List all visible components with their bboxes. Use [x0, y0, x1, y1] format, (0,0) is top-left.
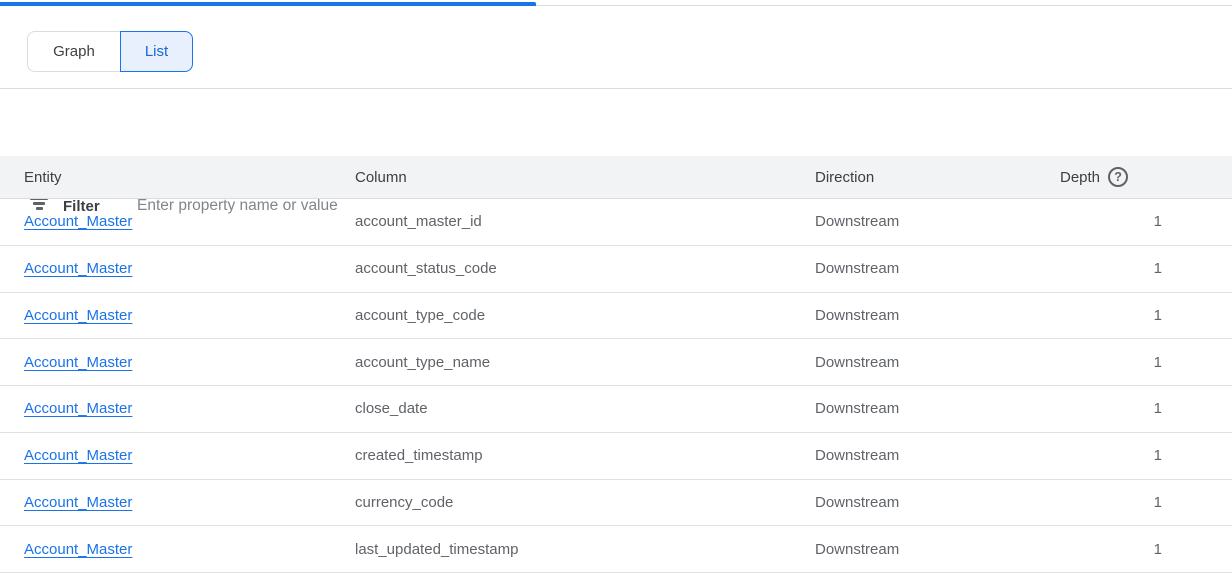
depth-cell: 1 [1060, 447, 1232, 464]
entity-link[interactable]: Account_Master [24, 447, 132, 464]
list-view-button[interactable]: List [120, 31, 193, 72]
entity-cell: Account_Master [0, 447, 355, 464]
depth-cell: 1 [1060, 260, 1232, 277]
filter-bar: Filter [0, 89, 1232, 156]
entity-cell: Account_Master [0, 260, 355, 277]
column-header-column: Column [355, 169, 815, 186]
table-row: Account_Master currency_code Downstream … [0, 480, 1232, 527]
view-toggle: Graph List [27, 31, 193, 72]
table-row: Account_Master account_master_id Downstr… [0, 199, 1232, 246]
depth-cell: 1 [1060, 307, 1232, 324]
entity-cell: Account_Master [0, 400, 355, 417]
entity-link[interactable]: Account_Master [24, 400, 132, 417]
lineage-list-panel: Graph List Filter Entity Column Directio… [0, 0, 1232, 581]
entity-link[interactable]: Account_Master [24, 354, 132, 371]
column-cell: currency_code [355, 494, 815, 511]
entity-link[interactable]: Account_Master [24, 541, 132, 558]
depth-header-label: Depth [1060, 169, 1100, 186]
column-header-entity: Entity [0, 169, 355, 186]
direction-cell: Downstream [815, 260, 1060, 277]
column-cell: account_master_id [355, 213, 815, 230]
column-cell: created_timestamp [355, 447, 815, 464]
table-body: Account_Master account_master_id Downstr… [0, 199, 1232, 573]
entity-link[interactable]: Account_Master [24, 260, 132, 277]
column-cell: close_date [355, 400, 815, 417]
entity-cell: Account_Master [0, 354, 355, 371]
column-cell: account_status_code [355, 260, 815, 277]
direction-cell: Downstream [815, 400, 1060, 417]
entity-link[interactable]: Account_Master [24, 307, 132, 324]
entity-cell: Account_Master [0, 307, 355, 324]
table-row: Account_Master account_status_code Downs… [0, 246, 1232, 293]
direction-cell: Downstream [815, 447, 1060, 464]
depth-cell: 1 [1060, 400, 1232, 417]
table-header: Entity Column Direction Depth ? [0, 156, 1232, 199]
direction-cell: Downstream [815, 494, 1060, 511]
depth-cell: 1 [1060, 354, 1232, 371]
depth-cell: 1 [1060, 541, 1232, 558]
depth-cell: 1 [1060, 213, 1232, 230]
direction-cell: Downstream [815, 307, 1060, 324]
table-row: Account_Master last_updated_timestamp Do… [0, 526, 1232, 573]
entity-cell: Account_Master [0, 541, 355, 558]
entity-cell: Account_Master [0, 213, 355, 230]
direction-cell: Downstream [815, 213, 1060, 230]
table-row: Account_Master account_type_code Downstr… [0, 293, 1232, 340]
column-header-depth: Depth ? [1060, 167, 1232, 187]
depth-cell: 1 [1060, 494, 1232, 511]
table-row: Account_Master created_timestamp Downstr… [0, 433, 1232, 480]
graph-view-button[interactable]: Graph [27, 31, 120, 72]
direction-cell: Downstream [815, 541, 1060, 558]
help-icon[interactable]: ? [1108, 167, 1128, 187]
entity-link[interactable]: Account_Master [24, 494, 132, 511]
column-cell: account_type_code [355, 307, 815, 324]
column-cell: last_updated_timestamp [355, 541, 815, 558]
active-tab-indicator [0, 2, 536, 6]
entity-cell: Account_Master [0, 494, 355, 511]
direction-cell: Downstream [815, 354, 1060, 371]
column-header-direction: Direction [815, 169, 1060, 186]
column-cell: account_type_name [355, 354, 815, 371]
table-row: Account_Master account_type_name Downstr… [0, 339, 1232, 386]
table-row: Account_Master close_date Downstream 1 [0, 386, 1232, 433]
entity-link[interactable]: Account_Master [24, 213, 132, 230]
